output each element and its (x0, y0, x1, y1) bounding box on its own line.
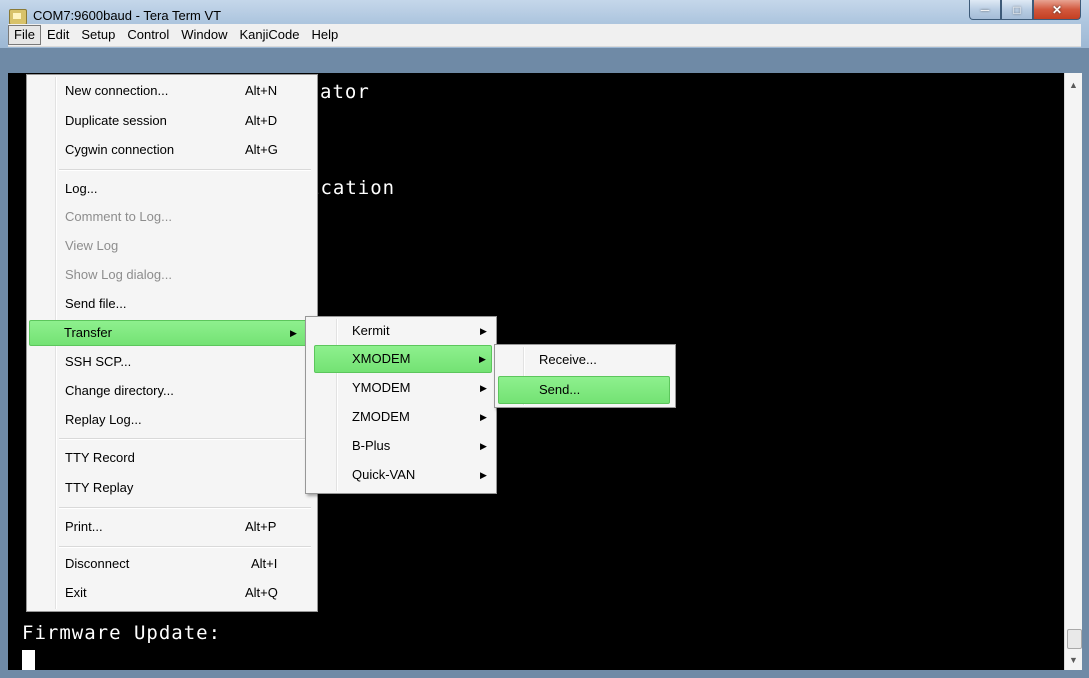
menu-item-view-log[interactable]: View Log (29, 235, 313, 257)
menu-item-xmodem[interactable]: XMODEM ▶ (314, 345, 492, 373)
menu-separator (59, 169, 311, 171)
menu-item-label: ZMODEM (352, 409, 410, 424)
minimize-icon: ─ (980, 2, 990, 17)
menu-item-b-plus[interactable]: B-Plus ▶ (308, 435, 492, 457)
menu-item-label: Transfer (64, 325, 112, 340)
scrollbar-thumb[interactable] (1067, 629, 1082, 649)
menu-item-label: B-Plus (352, 438, 391, 453)
scroll-down-icon[interactable]: ▼ (1065, 651, 1082, 668)
menu-item-tty-record[interactable]: TTY Record (29, 447, 313, 469)
menu-item-label: SSH SCP... (65, 354, 132, 369)
menu-bar: File Edit Setup Control Window KanjiCode… (8, 24, 1081, 47)
menu-item-log[interactable]: Log... (29, 178, 313, 200)
menu-item-quick-van[interactable]: Quick-VAN ▶ (308, 464, 492, 486)
terminal-cursor (22, 650, 35, 670)
menu-item-exit[interactable]: Exit Alt+Q (29, 582, 313, 604)
menu-item-change-directory[interactable]: Change directory... (29, 380, 313, 402)
menu-item-label: Quick-VAN (352, 467, 416, 482)
menu-item-disconnect[interactable]: Disconnect Alt+I (29, 553, 313, 575)
menu-item-new-connection[interactable]: New connection... Alt+N (29, 80, 313, 102)
menu-item-send[interactable]: Send... (498, 376, 670, 404)
terminal-line: Firmware Update: (22, 622, 222, 644)
menu-item-label: Exit (65, 585, 87, 600)
menu-item-transfer[interactable]: Transfer ▶ (29, 320, 313, 346)
terminal-line: ication (308, 177, 396, 199)
menu-item-label: XMODEM (352, 351, 411, 366)
menu-separator (59, 507, 311, 509)
menu-item-label: Show Log dialog... (65, 267, 172, 282)
menu-item-kermit[interactable]: Kermit ▶ (308, 320, 492, 342)
minimize-button[interactable]: ─ (969, 0, 1001, 20)
menu-item-label: Change directory... (65, 383, 174, 398)
menu-item-label: Send file... (65, 296, 127, 311)
menu-item-send-file[interactable]: Send file... (29, 293, 313, 315)
menu-item-label: Log... (65, 181, 98, 196)
submenu-arrow-icon: ▶ (480, 326, 487, 336)
submenu-arrow-icon: ▶ (480, 383, 487, 393)
submenu-arrow-icon: ▶ (480, 441, 487, 451)
submenu-arrow-icon: ▶ (290, 328, 297, 338)
menu-separator (59, 438, 311, 440)
menu-item-print[interactable]: Print... Alt+P (29, 516, 313, 538)
menu-item-label: TTY Replay (65, 480, 134, 495)
menu-item-label: Print... (65, 519, 103, 534)
tera-term-app-icon[interactable] (9, 9, 27, 25)
menu-item-show-log-dialog[interactable]: Show Log dialog... (29, 264, 313, 286)
window-title: COM7:9600baud - Tera Term VT (33, 8, 222, 23)
menu-edit[interactable]: Edit (41, 26, 75, 44)
menu-item-shortcut: Alt+I (251, 556, 278, 571)
scroll-up-icon[interactable]: ▲ (1065, 76, 1082, 93)
menu-window[interactable]: Window (175, 26, 233, 44)
menu-file[interactable]: File (8, 25, 41, 45)
menu-item-ymodem[interactable]: YMODEM ▶ (308, 377, 492, 399)
menu-item-label: Comment to Log... (65, 209, 172, 224)
menu-kanjicode[interactable]: KanjiCode (234, 26, 306, 44)
submenu-arrow-icon: ▶ (480, 412, 487, 422)
menu-help[interactable]: Help (306, 26, 345, 44)
menu-item-zmodem[interactable]: ZMODEM ▶ (308, 406, 492, 428)
maximize-icon: □ (1013, 2, 1021, 17)
maximize-button[interactable]: □ (1001, 0, 1033, 20)
caption-buttons: ─ □ ✕ (969, 0, 1081, 20)
menu-setup[interactable]: Setup (75, 26, 121, 44)
menu-item-receive[interactable]: Receive... (497, 349, 671, 371)
menu-item-label: Receive... (539, 352, 597, 367)
menu-item-label: TTY Record (65, 450, 135, 465)
menu-separator (59, 546, 311, 548)
close-icon: ✕ (1051, 2, 1063, 17)
menu-item-label: View Log (65, 238, 119, 253)
menu-item-shortcut: Alt+P (245, 519, 277, 534)
file-menu: New connection... Alt+N Duplicate sessio… (26, 74, 318, 612)
menu-item-label: Send... (539, 382, 581, 397)
xmodem-submenu: Receive... Send... (494, 344, 676, 408)
menu-item-shortcut: Alt+N (245, 83, 278, 98)
menu-item-label: Cygwin connection (65, 142, 175, 157)
menu-item-shortcut: Alt+D (245, 113, 278, 128)
menu-item-cygwin-connection[interactable]: Cygwin connection Alt+G (29, 139, 313, 161)
menu-item-label: Replay Log... (65, 412, 142, 427)
menu-item-comment-to-log[interactable]: Comment to Log... (29, 206, 313, 228)
transfer-submenu: Kermit ▶ XMODEM ▶ YMODEM ▶ ZMODEM ▶ B-Pl… (305, 316, 497, 494)
menu-control[interactable]: Control (121, 26, 175, 44)
menu-item-replay-log[interactable]: Replay Log... (29, 409, 313, 431)
menu-item-duplicate-session[interactable]: Duplicate session Alt+D (29, 110, 313, 132)
menu-item-label: Disconnect (65, 556, 130, 571)
menu-item-label: New connection... (65, 83, 169, 98)
vertical-scrollbar[interactable]: ▲ ▼ (1064, 73, 1082, 670)
terminal-line: ator (320, 81, 370, 103)
menu-item-label: Kermit (352, 323, 390, 338)
submenu-arrow-icon: ▶ (480, 470, 487, 480)
menu-item-ssh-scp[interactable]: SSH SCP... (29, 351, 313, 373)
menu-item-shortcut: Alt+G (245, 142, 278, 157)
menu-item-label: Duplicate session (65, 113, 167, 128)
menu-item-label: YMODEM (352, 380, 411, 395)
submenu-arrow-icon: ▶ (479, 354, 486, 364)
close-button[interactable]: ✕ (1033, 0, 1081, 20)
menu-item-tty-replay[interactable]: TTY Replay (29, 477, 313, 499)
menu-item-shortcut: Alt+Q (245, 585, 278, 600)
